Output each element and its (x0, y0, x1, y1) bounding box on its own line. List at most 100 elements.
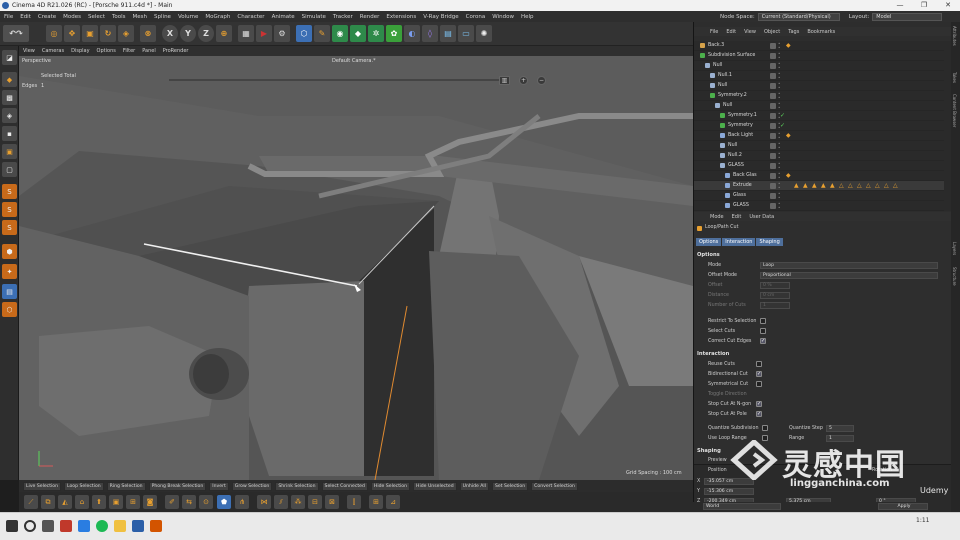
editor-render-dots-icon[interactable]: • • (778, 72, 781, 80)
tab-options[interactable]: Options (696, 238, 722, 246)
viewport-menu-display[interactable]: Display (71, 48, 89, 54)
render-view-icon[interactable]: ▦ (238, 25, 254, 42)
object-row[interactable]: Extrude • • ▲ ▲ ▲ ▲ ▲ △ △ △ △ △ △ △ (694, 181, 944, 191)
brush-icon[interactable]: ✐ (165, 495, 179, 509)
mirror-icon[interactable]: ⫿ (347, 495, 361, 509)
phong-tag-icon[interactable]: △ (875, 182, 880, 190)
viewport-menu-filter[interactable]: Filter (123, 48, 135, 54)
tab-interaction[interactable]: Interaction (722, 238, 756, 246)
enabled-check-icon[interactable]: ✓ (780, 122, 785, 130)
recent-tool-icon[interactable]: ◈ (118, 25, 134, 42)
polygons-mode-icon[interactable]: ▢ (2, 162, 17, 177)
hide-unselected-button[interactable]: Hide Unselected (413, 481, 457, 491)
editor-render-dots-icon[interactable]: • • (778, 142, 781, 150)
layer-visibility-icon[interactable] (770, 73, 776, 79)
optimize-icon[interactable]: ⊠ (325, 495, 339, 509)
am-menu-user-data[interactable]: User Data (749, 214, 774, 220)
om-menu-file[interactable]: File (710, 29, 718, 35)
menu-select[interactable]: Select (88, 14, 105, 20)
layer-visibility-icon[interactable] (770, 83, 776, 89)
menu-help[interactable]: Help (521, 14, 534, 20)
quantize-subdivision-checkbox[interactable] (762, 425, 768, 431)
cinema4d-taskbar-icon[interactable] (132, 520, 144, 532)
node-space-dropdown[interactable]: Current (Standard/Physical) (757, 12, 840, 21)
layer-visibility-icon[interactable] (770, 143, 776, 149)
polygon-pen-icon[interactable]: ⬟ (217, 495, 231, 509)
object-row[interactable]: Back Glas • • ◆ (694, 171, 944, 181)
object-row[interactable]: Symmetry • • ✓ (694, 121, 944, 131)
layer-visibility-icon[interactable] (770, 203, 776, 209)
layer-visibility-icon[interactable] (770, 153, 776, 159)
viewport-zoom-out-icon[interactable]: − (537, 76, 546, 85)
phong-tag-icon[interactable]: ▲ (794, 182, 799, 190)
layer-visibility-icon[interactable] (770, 53, 776, 59)
menu-character[interactable]: Character (237, 14, 264, 20)
array-icon[interactable]: ◆ (350, 25, 366, 42)
layer-visibility-icon[interactable] (770, 183, 776, 189)
close-button[interactable]: ✕ (936, 0, 960, 11)
om-menu-view[interactable]: View (744, 29, 756, 35)
subdivide-icon[interactable]: ⊞ (369, 495, 383, 509)
om-menu-bookmarks[interactable]: Bookmarks (807, 29, 835, 35)
editor-render-dots-icon[interactable]: • • (778, 192, 781, 200)
object-row[interactable]: Back.3 • • ◆ (694, 41, 944, 51)
object-row[interactable]: Null.2 • • (694, 151, 944, 161)
phong-tag-icon[interactable]: △ (848, 182, 853, 190)
menu-mesh[interactable]: Mesh (133, 14, 147, 20)
distance-field[interactable]: 0 cm (760, 292, 790, 299)
tag-icon[interactable]: ◆ (786, 42, 791, 50)
layer-visibility-icon[interactable] (770, 103, 776, 109)
side-tab-structure[interactable]: Structure (952, 267, 957, 286)
side-tab-content-browser[interactable]: Content Browser (952, 94, 957, 127)
editor-render-dots-icon[interactable]: • • (778, 162, 781, 170)
triangulate-icon[interactable]: ⊿ (386, 495, 400, 509)
recent-tool-2-icon[interactable]: ⊗ (140, 25, 156, 42)
file-explorer-icon[interactable] (114, 520, 126, 532)
light-icon[interactable]: ✺ (476, 25, 492, 42)
viewport-layout-icon[interactable]: ▥ (499, 76, 510, 85)
layer-visibility-icon[interactable] (770, 63, 776, 69)
object-manager-list[interactable]: Back.3 • • ◆ Subdivision Surface • • Null • • N… (694, 41, 952, 211)
cube-icon[interactable]: ⬡ (296, 25, 312, 42)
dissolve-icon[interactable]: ⁂ (291, 495, 305, 509)
layer-visibility-icon[interactable] (770, 133, 776, 139)
editor-render-dots-icon[interactable]: • • (778, 62, 781, 70)
offset-mode-dropdown[interactable]: Proportional (760, 272, 938, 279)
om-menu-edit[interactable]: Edit (726, 29, 736, 35)
menu-tracker[interactable]: Tracker (333, 14, 353, 20)
extrude-icon[interactable]: ⬆ (92, 495, 106, 509)
am-menu-edit[interactable]: Edit (732, 214, 742, 220)
opera-browser-icon[interactable] (60, 520, 72, 532)
menu-window[interactable]: Window (492, 14, 514, 20)
viewport-menu-cameras[interactable]: Cameras (42, 48, 64, 54)
texture-mode-icon[interactable]: ▩ (2, 90, 17, 105)
side-tab-layers[interactable]: Layers (952, 242, 957, 255)
hide-selection-button[interactable]: Hide Selection (370, 481, 411, 491)
phong-tag-icon[interactable]: ▲ (821, 182, 826, 190)
object-row[interactable]: Glass • • (694, 191, 944, 201)
layout-dropdown[interactable]: Model (872, 12, 943, 21)
scale-tool-icon[interactable]: ▣ (82, 25, 98, 42)
snap-icon[interactable]: S (2, 184, 17, 199)
loop-cut-icon[interactable]: ⧉ (41, 495, 55, 509)
edges-mode-icon[interactable]: ▣ (2, 144, 17, 159)
correct-cut-edges-checkbox[interactable]: ✓ (760, 338, 766, 344)
editor-render-dots-icon[interactable]: • • (778, 52, 781, 60)
object-row[interactable]: Symmetry.2 • • (694, 91, 944, 101)
object-row[interactable]: Null • • (694, 101, 944, 111)
phong-tag-icon[interactable]: △ (857, 182, 862, 190)
live-selection-icon[interactable]: ◎ (46, 25, 62, 42)
tab-shaping[interactable]: Shaping (756, 238, 783, 246)
axis-lock-icon[interactable]: ⬢ (2, 244, 17, 259)
menu-extensions[interactable]: Extensions (386, 14, 416, 20)
bridge-icon[interactable]: ⌂ (75, 495, 89, 509)
select-cuts-checkbox[interactable] (760, 328, 766, 334)
grow-selection-button[interactable]: Grow Selection (231, 481, 273, 491)
pen-icon[interactable]: ✎ (314, 25, 330, 42)
z-axis-button[interactable]: Z (198, 25, 214, 42)
sculpt-icon[interactable]: ✦ (2, 264, 17, 279)
object-row[interactable]: Symmetry.1 • • ✓ (694, 111, 944, 121)
close-hole-icon[interactable]: ◙ (143, 495, 157, 509)
extrude-inner-icon[interactable]: ▣ (109, 495, 123, 509)
number-of-cuts-field[interactable]: 1 (760, 302, 790, 309)
